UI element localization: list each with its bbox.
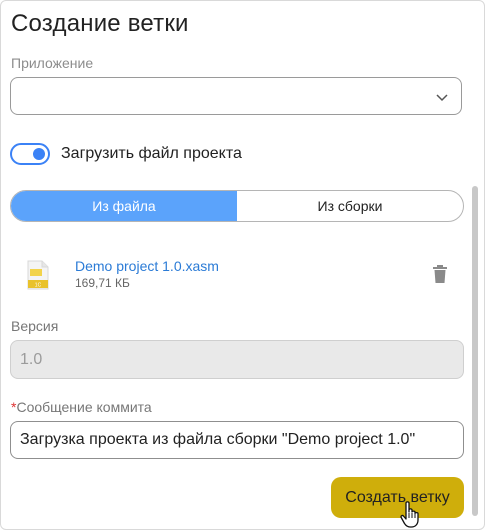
svg-text:1C: 1C bbox=[35, 283, 42, 289]
commit-message-value: Загрузка проекта из файла сборки "Demo p… bbox=[20, 431, 416, 448]
hand-pointer-icon bbox=[400, 501, 419, 528]
source-segmented-control: Из файла Из сборки bbox=[10, 190, 464, 222]
upload-project-toggle[interactable] bbox=[10, 143, 50, 165]
app-select[interactable] bbox=[10, 77, 462, 115]
app-field-label: Приложение bbox=[11, 55, 94, 71]
file-icon: 1C bbox=[27, 260, 49, 290]
commit-message-label: *Сообщение коммита bbox=[11, 399, 152, 415]
version-input: 1.0 bbox=[10, 340, 464, 379]
toggle-knob bbox=[33, 148, 45, 160]
version-label: Версия bbox=[11, 318, 59, 334]
commit-message-input[interactable]: Загрузка проекта из файла сборки "Demo p… bbox=[10, 421, 464, 459]
file-name-link[interactable]: Demo project 1.0.xasm bbox=[75, 258, 219, 274]
commit-label-text: Сообщение коммита bbox=[16, 399, 152, 415]
create-branch-button[interactable]: Создать ветку bbox=[331, 477, 464, 518]
dialog-title: Создание ветки bbox=[11, 10, 189, 37]
segment-from-file[interactable]: Из файла bbox=[11, 191, 237, 221]
create-branch-dialog: Создание ветки Приложение Загрузить файл… bbox=[0, 0, 485, 530]
upload-toggle-label: Загрузить файл проекта bbox=[61, 145, 242, 162]
trash-icon[interactable] bbox=[432, 264, 448, 284]
version-value: 1.0 bbox=[20, 351, 43, 368]
scrollbar[interactable] bbox=[472, 186, 478, 516]
file-size: 169,71 КБ bbox=[75, 276, 130, 290]
segment-from-build[interactable]: Из сборки bbox=[237, 191, 463, 221]
chevron-down-icon bbox=[436, 94, 448, 102]
